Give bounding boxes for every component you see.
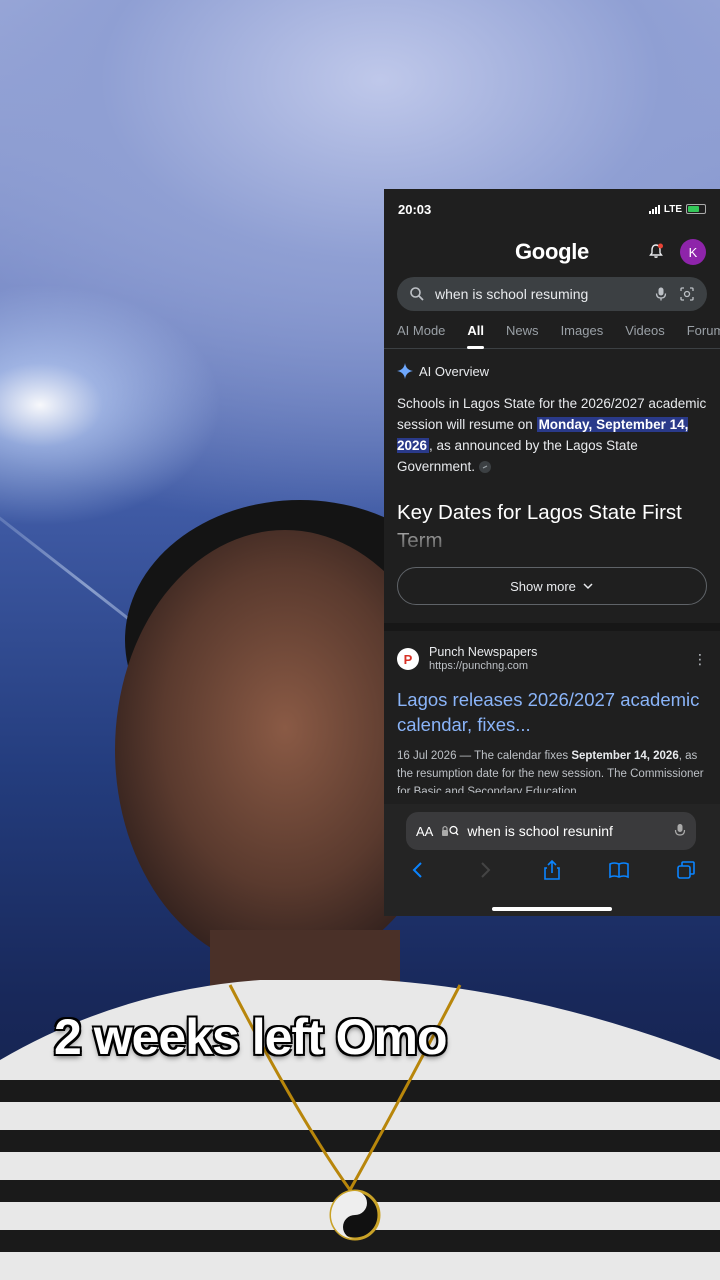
show-more-button[interactable]: Show more xyxy=(397,567,707,605)
search-box[interactable]: when is school resuming xyxy=(397,277,707,311)
ai-text-after: , as announced by the Lagos State Govern… xyxy=(397,438,638,474)
ai-overview-header: AI Overview xyxy=(397,363,707,379)
status-bar: 20:03 LTE xyxy=(384,189,720,229)
share-icon[interactable] xyxy=(541,859,563,881)
search-query[interactable]: when is school resuming xyxy=(435,286,643,302)
network-label: LTE xyxy=(663,203,682,215)
battery-icon xyxy=(686,204,706,214)
phone-screenshot: 20:03 LTE Google K when is school resumi… xyxy=(384,189,720,916)
punch-favicon: P xyxy=(397,648,419,670)
tab-all[interactable]: All xyxy=(467,319,484,349)
bell-icon[interactable] xyxy=(648,243,664,259)
tabs-icon[interactable] xyxy=(675,859,697,881)
sparkle-icon xyxy=(397,363,413,379)
lens-icon[interactable] xyxy=(679,286,695,302)
video-caption: 2 weeks left Omo xyxy=(54,1009,447,1065)
search-tabs: AI Mode All News Images Videos Forums xyxy=(384,319,720,349)
ai-overview-text: Schools in Lagos State for the 2026/2027… xyxy=(397,393,707,477)
result-title-link[interactable]: Lagos releases 2026/2027 academic calend… xyxy=(397,687,707,737)
snippet-bold: September 14, 2026 xyxy=(571,750,679,762)
search-result[interactable]: P Punch Newspapers https://punchng.com ⋮… xyxy=(384,631,720,793)
show-more-label: Show more xyxy=(510,578,576,594)
result-source[interactable]: P Punch Newspapers https://punchng.com ⋮ xyxy=(397,645,707,673)
key-dates-heading: Key Dates for Lagos State First Term xyxy=(397,499,707,555)
safari-toolbar: AA when is school resuninf xyxy=(384,804,720,916)
microphone-icon[interactable] xyxy=(674,823,686,839)
microphone-icon[interactable] xyxy=(653,286,669,302)
tab-images[interactable]: Images xyxy=(561,319,604,348)
search-icon xyxy=(410,287,424,301)
forward-icon[interactable] xyxy=(474,859,496,881)
avatar[interactable]: K xyxy=(680,239,706,265)
result-snippet: 16 Jul 2026 — The calendar fixes Septemb… xyxy=(397,747,707,793)
status-time: 20:03 xyxy=(398,201,432,217)
tab-ai-mode[interactable]: AI Mode xyxy=(397,319,445,348)
safari-nav-bar xyxy=(384,858,720,882)
bookmarks-icon[interactable] xyxy=(608,859,630,881)
tab-news[interactable]: News xyxy=(506,319,539,348)
snippet-date: 16 Jul 2026 — The calendar fixes xyxy=(397,750,572,762)
result-source-url: https://punchng.com xyxy=(429,660,529,672)
tab-videos[interactable]: Videos xyxy=(625,319,665,348)
tab-forums[interactable]: Forums xyxy=(687,319,720,348)
address-bar[interactable]: AA when is school resuninf xyxy=(406,812,696,850)
result-source-name: Punch Newspapers xyxy=(429,645,538,659)
home-indicator xyxy=(492,907,612,911)
more-options-icon[interactable]: ⋮ xyxy=(693,651,707,668)
text-size-button[interactable]: AA xyxy=(416,824,433,839)
link-icon[interactable] xyxy=(478,461,491,474)
ai-overview: AI Overview Schools in Lagos State for t… xyxy=(384,349,720,555)
google-header: Google K xyxy=(384,229,720,275)
address-text[interactable]: when is school resuninf xyxy=(467,823,666,839)
lock-search-icon xyxy=(442,825,459,836)
ai-overview-title: AI Overview xyxy=(419,363,490,379)
google-logo[interactable]: Google xyxy=(515,239,589,265)
signal-icon xyxy=(648,204,660,214)
section-divider xyxy=(384,623,720,631)
back-icon[interactable] xyxy=(407,859,429,881)
chevron-down-icon xyxy=(583,583,593,590)
